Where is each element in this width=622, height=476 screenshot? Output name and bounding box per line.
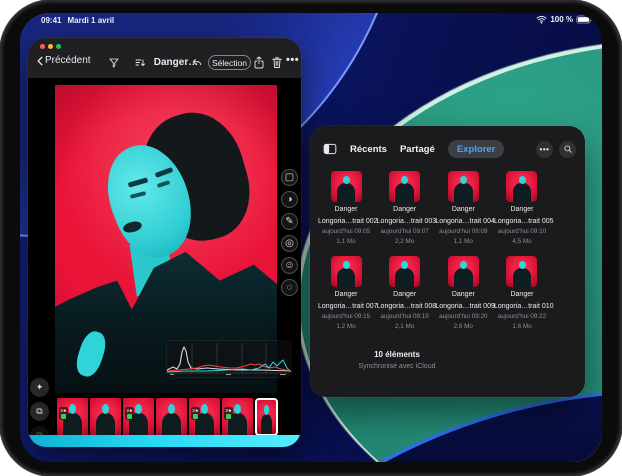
file-thumbnail: [389, 171, 420, 202]
screenshot: 09:41 Mardi 1 avril 100 %: [0, 0, 622, 476]
close-window-button[interactable]: [40, 44, 45, 49]
sort-button[interactable]: [134, 57, 147, 69]
item-count: 10 éléments: [318, 350, 476, 359]
search-button[interactable]: [559, 141, 576, 158]
share-icon: [253, 56, 265, 69]
filmstrip-thumb[interactable]: 3★: [222, 398, 253, 436]
search-icon: [563, 144, 573, 154]
share-button[interactable]: [253, 56, 265, 69]
edited-badge: [193, 414, 198, 419]
clone-tool-icon[interactable]: ◎: [281, 235, 298, 252]
file-thumbnail: [448, 256, 479, 287]
wifi-icon: [536, 15, 547, 24]
file-item[interactable]: Danger Longoria…trait 002 aujourd’hui 09…: [318, 171, 374, 245]
file-item[interactable]: Danger Longoria…trait 004 aujourd’hui 09…: [435, 171, 491, 245]
battery-percent: 100 %: [550, 15, 573, 24]
retouch-face-tool-icon[interactable]: ☺: [281, 257, 298, 274]
filmstrip: 3★ 3★ 3★: [57, 397, 278, 437]
file-item[interactable]: Danger Longoria…trait 010 aujourd’hui 09…: [494, 256, 550, 330]
rating-badge: 3★: [125, 407, 134, 420]
ipad-screen: 09:41 Mardi 1 avril 100 %: [20, 13, 602, 462]
trash-icon: [271, 56, 283, 69]
editor-canvas: ▢ ◑ ✎ ◎ ☺ ◌ ✦ ⧉ ⧉ ▦: [28, 78, 301, 447]
browser-footer: 10 éléments Synchronisé avec iCloud: [318, 350, 476, 370]
filmstrip-thumb[interactable]: [90, 398, 121, 436]
photo-editor-window: Précédent Danger…: [28, 38, 301, 447]
photo-browser-panel: Récents Partagé Explorer •••: [310, 126, 585, 397]
browser-tabs: Récents Partagé Explorer: [350, 140, 504, 158]
rating-badge: 3★: [224, 407, 233, 420]
file-thumbnail: [331, 256, 362, 287]
battery-icon: [576, 15, 593, 24]
window-accent-bar: [28, 435, 301, 447]
back-button[interactable]: Précédent: [36, 55, 91, 66]
sidebar-icon[interactable]: [323, 143, 337, 155]
file-item[interactable]: Danger Longoria…trait 007 aujourd’hui 09…: [318, 256, 374, 330]
tab-recents[interactable]: Récents: [350, 144, 387, 155]
rating-badge: 3★: [59, 407, 68, 420]
repair-tool-icon[interactable]: ✎: [281, 213, 298, 230]
sort-icon: [134, 57, 147, 69]
edited-badge: [61, 414, 66, 419]
histogram-curves: [167, 341, 291, 377]
crop-tool-icon[interactable]: ▢: [281, 169, 298, 186]
filmstrip-thumb[interactable]: [156, 398, 187, 436]
filter-button[interactable]: [108, 57, 120, 69]
filmstrip-thumb-selected[interactable]: [255, 398, 278, 436]
sync-status: Synchronisé avec iCloud: [318, 363, 476, 370]
zoom-window-button[interactable]: [56, 44, 61, 49]
window-controls[interactable]: [40, 44, 61, 49]
status-time: 09:41: [41, 16, 61, 25]
file-grid-row: Danger Longoria…trait 007 aujourd’hui 09…: [318, 256, 550, 330]
file-item[interactable]: Danger Longoria…trait 008 aujourd’hui 09…: [377, 256, 433, 330]
file-item[interactable]: Danger Longoria…trait 005 aujourd’hui 09…: [494, 171, 550, 245]
file-grid-row: Danger Longoria…trait 002 aujourd’hui 09…: [318, 171, 550, 245]
more-options-button[interactable]: •••: [286, 54, 299, 66]
status-bar: 09:41 Mardi 1 avril 100 %: [20, 15, 602, 27]
undo-icon: [191, 57, 203, 69]
file-thumbnail: [506, 171, 537, 202]
file-item[interactable]: Danger Longoria…trait 009 aujourd’hui 09…: [435, 256, 491, 330]
auto-enhance-icon[interactable]: ✦: [30, 378, 49, 397]
rating-badge: 3★: [191, 407, 200, 420]
status-date: Mardi 1 avril: [67, 16, 114, 25]
browser-more-button[interactable]: •••: [536, 141, 553, 158]
ipad-device-frame: 09:41 Mardi 1 avril 100 %: [0, 0, 622, 476]
histogram-panel[interactable]: [167, 341, 291, 377]
file-thumbnail: [448, 171, 479, 202]
browser-header: Récents Partagé Explorer •••: [323, 138, 576, 160]
adjust-tool-icon[interactable]: ◑: [281, 191, 298, 208]
back-button-label: Précédent: [45, 55, 91, 66]
file-thumbnail: [389, 256, 420, 287]
filmstrip-thumb[interactable]: 3★: [189, 398, 220, 436]
tab-shared[interactable]: Partagé: [400, 144, 435, 155]
undo-button[interactable]: [191, 57, 203, 69]
minimize-window-button[interactable]: [48, 44, 53, 49]
tab-explorer[interactable]: Explorer: [448, 140, 505, 158]
edited-badge: [226, 414, 231, 419]
edited-badge: [127, 414, 132, 419]
editing-tool-rail: ▢ ◑ ✎ ◎ ☺ ◌: [281, 169, 299, 296]
filmstrip-thumb[interactable]: 3★: [57, 398, 88, 436]
filmstrip-thumb[interactable]: 3★: [123, 398, 154, 436]
file-thumbnail: [506, 256, 537, 287]
back-chevron-icon: [36, 56, 44, 66]
delete-button[interactable]: [271, 56, 283, 69]
selection-mode-button[interactable]: Sélection: [208, 55, 251, 70]
file-item[interactable]: Danger Longoria…trait 003 aujourd’hui 09…: [377, 171, 433, 245]
file-thumbnail: [331, 171, 362, 202]
select-subject-tool-icon[interactable]: ◌: [281, 279, 298, 296]
window-toolbar: Précédent Danger…: [28, 38, 301, 78]
copy-edits-icon[interactable]: ⧉: [30, 402, 49, 421]
filter-funnel-icon: [108, 57, 120, 69]
